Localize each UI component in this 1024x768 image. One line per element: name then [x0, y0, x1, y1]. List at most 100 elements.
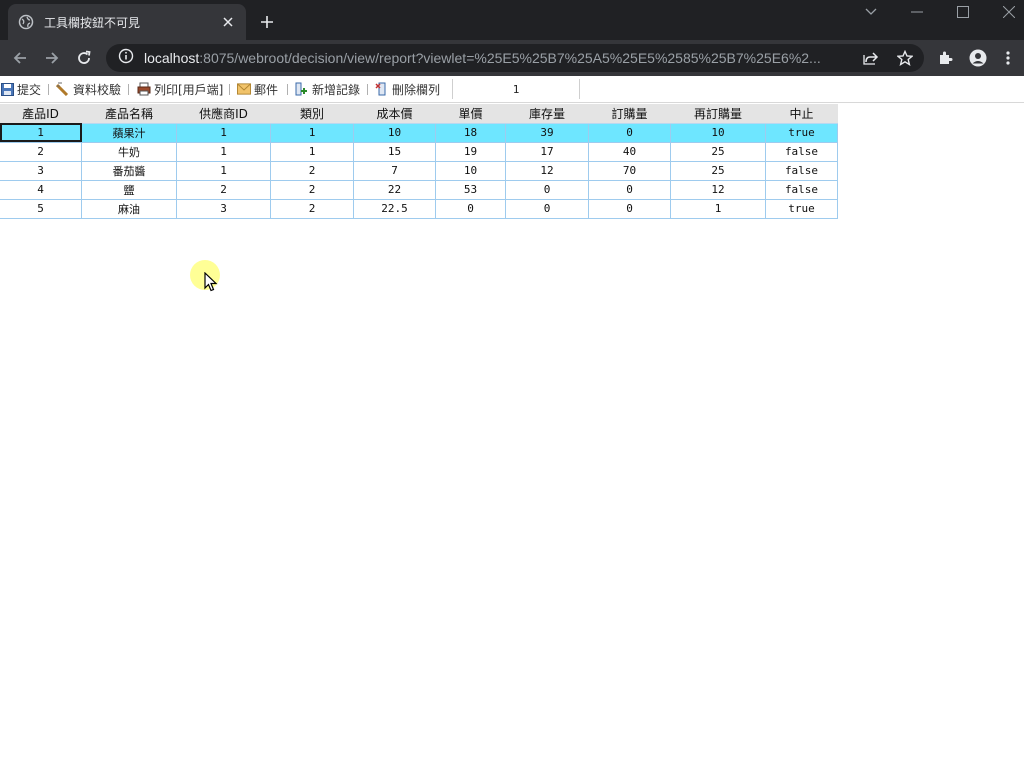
toolbar-divider — [287, 84, 288, 95]
table-cell[interactable]: 1 — [176, 122, 271, 143]
browser-toolbar: localhost:8075/webroot/decision/view/rep… — [0, 40, 1024, 76]
submit-button[interactable]: 提交 — [0, 81, 41, 97]
table-cell[interactable]: 15 — [353, 141, 436, 162]
envelope-icon — [237, 82, 251, 96]
maximize-icon[interactable] — [940, 0, 986, 24]
table-row[interactable]: 1 蘋果汁 1 1 10 18 39 0 10 true — [0, 122, 838, 143]
table-cell[interactable]: 53 — [435, 179, 506, 200]
table-cell[interactable]: 2 — [270, 179, 354, 200]
table-cell[interactable]: 10 — [353, 122, 436, 143]
table-cell[interactable]: 10 — [435, 160, 506, 181]
add-row-icon — [295, 82, 309, 96]
column-header: 單價 — [435, 104, 506, 124]
table-cell[interactable]: false — [765, 160, 838, 181]
table-cell[interactable]: 25 — [670, 160, 766, 181]
globe-icon — [18, 14, 34, 30]
save-icon — [0, 82, 14, 96]
table-cell[interactable]: 2 — [270, 198, 354, 219]
table-cell[interactable]: 1 — [270, 122, 354, 143]
table-cell[interactable]: 0 — [588, 198, 671, 219]
site-info-icon[interactable] — [118, 48, 134, 69]
table-cell[interactable]: 1 — [0, 122, 82, 143]
mouse-pointer-icon — [204, 271, 218, 297]
page-number[interactable]: 1 — [452, 79, 580, 99]
table-cell[interactable]: 18 — [435, 122, 506, 143]
share-icon[interactable] — [862, 49, 880, 67]
table-cell[interactable]: 1 — [176, 141, 271, 162]
product-grid: 產品ID 產品名稱 供應商ID 類別 成本價 單價 庫存量 訂購量 再訂購量 中… — [0, 104, 838, 219]
table-cell[interactable]: 4 — [0, 179, 82, 200]
column-header: 類別 — [270, 104, 354, 124]
extensions-icon[interactable] — [934, 46, 958, 70]
bookmark-star-icon[interactable] — [896, 49, 914, 67]
delete-row-icon — [375, 82, 389, 96]
toolbar-divider — [128, 84, 129, 95]
table-cell[interactable]: 番茄醬 — [81, 160, 177, 181]
table-cell[interactable]: 25 — [670, 141, 766, 162]
table-row[interactable]: 4 鹽 2 2 22 53 0 0 12 false — [0, 179, 838, 200]
column-header: 產品ID — [0, 104, 82, 124]
back-icon[interactable] — [8, 46, 32, 70]
report-toolbar: 提交 資料校驗 列印[用戶端] 郵件 新增記錄 刪除欄列 1 — [0, 76, 1024, 103]
table-cell[interactable]: 1 — [670, 198, 766, 219]
table-cell[interactable]: false — [765, 179, 838, 200]
table-cell[interactable]: 麻油 — [81, 198, 177, 219]
toolbar-divider — [367, 84, 368, 95]
table-cell[interactable]: 39 — [505, 122, 589, 143]
mail-button[interactable]: 郵件 — [237, 81, 278, 97]
table-cell[interactable]: 0 — [505, 198, 589, 219]
table-cell[interactable]: 0 — [588, 179, 671, 200]
table-cell[interactable]: 鹽 — [81, 179, 177, 200]
table-row[interactable]: 3 番茄醬 1 2 7 10 12 70 25 false — [0, 160, 838, 181]
table-cell[interactable]: 牛奶 — [81, 141, 177, 162]
add-record-button[interactable]: 新增記錄 — [295, 81, 360, 97]
column-header: 產品名稱 — [81, 104, 177, 124]
printer-icon — [137, 82, 151, 96]
url-text: localhost:8075/webroot/decision/view/rep… — [144, 50, 821, 66]
table-cell[interactable]: 蘋果汁 — [81, 122, 177, 143]
address-bar[interactable]: localhost:8075/webroot/decision/view/rep… — [106, 44, 924, 72]
table-cell[interactable]: 2 — [0, 141, 82, 162]
forward-icon[interactable] — [40, 46, 64, 70]
print-button[interactable]: 列印[用戶端] — [137, 81, 223, 97]
minimize-icon[interactable] — [894, 0, 940, 24]
table-cell[interactable]: 70 — [588, 160, 671, 181]
table-cell[interactable]: 19 — [435, 141, 506, 162]
table-cell[interactable]: false — [765, 141, 838, 162]
column-header: 再訂購量 — [670, 104, 766, 124]
table-cell[interactable]: 7 — [353, 160, 436, 181]
table-cell[interactable]: 10 — [670, 122, 766, 143]
close-window-icon[interactable] — [986, 0, 1024, 24]
table-cell[interactable]: 2 — [176, 179, 271, 200]
table-cell[interactable]: 17 — [505, 141, 589, 162]
verify-button[interactable]: 資料校驗 — [56, 81, 121, 97]
table-cell[interactable]: 40 — [588, 141, 671, 162]
table-cell[interactable]: 2 — [270, 160, 354, 181]
table-cell[interactable]: true — [765, 198, 838, 219]
browser-tab[interactable]: 工具欄按鈕不可見 — [8, 4, 246, 40]
toolbar-divider — [48, 84, 49, 95]
table-row[interactable]: 2 牛奶 1 1 15 19 17 40 25 false — [0, 141, 838, 162]
table-cell[interactable]: 0 — [505, 179, 589, 200]
table-row[interactable]: 5 麻油 3 2 22.5 0 0 0 1 true — [0, 198, 838, 219]
profile-icon[interactable] — [966, 46, 990, 70]
table-cell[interactable]: 1 — [270, 141, 354, 162]
menu-kebab-icon[interactable] — [996, 46, 1020, 70]
table-cell[interactable]: 5 — [0, 198, 82, 219]
table-cell[interactable]: 3 — [0, 160, 82, 181]
table-cell[interactable]: 0 — [588, 122, 671, 143]
table-cell[interactable]: 12 — [505, 160, 589, 181]
table-cell[interactable]: 22.5 — [353, 198, 436, 219]
new-tab-icon[interactable] — [256, 11, 278, 33]
browser-tabstrip: 工具欄按鈕不可見 — [0, 0, 1024, 40]
table-cell[interactable]: 22 — [353, 179, 436, 200]
table-cell[interactable]: 3 — [176, 198, 271, 219]
tab-search-icon[interactable] — [848, 0, 894, 24]
table-cell[interactable]: 12 — [670, 179, 766, 200]
delete-column-button[interactable]: 刪除欄列 — [375, 81, 440, 97]
table-cell[interactable]: true — [765, 122, 838, 143]
table-cell[interactable]: 0 — [435, 198, 506, 219]
close-tab-icon[interactable] — [220, 14, 236, 30]
reload-icon[interactable] — [72, 46, 96, 70]
table-cell[interactable]: 1 — [176, 160, 271, 181]
